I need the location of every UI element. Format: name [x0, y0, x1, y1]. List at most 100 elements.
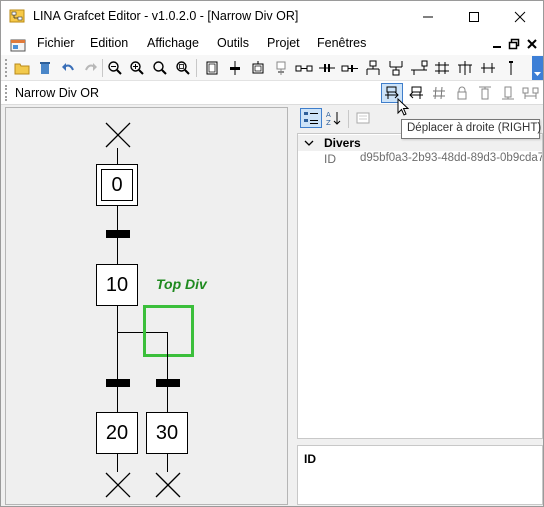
- menu-outils[interactable]: Outils: [217, 36, 249, 50]
- step-label: 30: [155, 421, 179, 444]
- divergence-label: Top Div: [156, 276, 207, 292]
- divergence-selection-box[interactable]: [143, 305, 194, 357]
- menu-bar: Fichier Edition Affichage Outils Projet …: [1, 33, 543, 55]
- undo-icon: [62, 63, 74, 71]
- convergence-or-button[interactable]: [386, 58, 406, 78]
- step-20[interactable]: 20: [96, 412, 138, 454]
- toolbar-grip[interactable]: [5, 59, 7, 77]
- mdi-minimize-button[interactable]: [489, 36, 505, 52]
- menu-affichage[interactable]: Affichage: [147, 36, 199, 50]
- vertical-link-icon: [509, 61, 513, 75]
- app-icon: [9, 9, 25, 23]
- align-bottom-button[interactable]: [497, 83, 519, 103]
- cursor-icon: [397, 98, 410, 116]
- delete-button[interactable]: [35, 58, 55, 78]
- menu-fichier[interactable]: Fichier: [37, 36, 75, 50]
- grid-icon: [433, 86, 445, 100]
- menu-edition[interactable]: Edition: [90, 36, 128, 50]
- maximize-button[interactable]: [451, 1, 497, 33]
- link-line: [117, 148, 118, 164]
- branch-left-line: [117, 332, 118, 412]
- sort-az-icon: AZ: [326, 111, 341, 126]
- transition[interactable]: [106, 230, 130, 238]
- zoom-fit-button[interactable]: [150, 58, 170, 78]
- chevron-down-icon: [534, 72, 541, 76]
- transition[interactable]: [106, 379, 130, 387]
- categorized-button[interactable]: [300, 108, 322, 128]
- step-label: 0: [111, 173, 123, 196]
- align-bottom-icon: [502, 86, 514, 100]
- step-icon: [206, 61, 218, 75]
- main-toolbar: [1, 55, 543, 81]
- categorized-icon: [304, 112, 318, 124]
- redo-icon: [85, 63, 97, 71]
- zoom-in-icon: [130, 61, 144, 75]
- svg-text:A: A: [326, 111, 331, 119]
- link-line: [167, 454, 168, 472]
- transition[interactable]: [156, 379, 180, 387]
- minimize-button[interactable]: [405, 1, 451, 33]
- step-10[interactable]: 10: [96, 264, 138, 306]
- undo-button[interactable]: [58, 58, 78, 78]
- step-30[interactable]: 30: [146, 412, 188, 454]
- align-top-button[interactable]: [474, 83, 496, 103]
- step-label: 10: [105, 273, 129, 296]
- zoom-in-button[interactable]: [127, 58, 147, 78]
- split-or-button[interactable]: [478, 58, 498, 78]
- toolbar-grip[interactable]: [5, 85, 7, 101]
- document-icon: [10, 39, 26, 52]
- alphabetical-button[interactable]: AZ: [323, 108, 345, 128]
- toolbar-separator: [348, 110, 349, 128]
- property-grid: Divers ID d95bf0a3-2b93-48dd-89d3-0b9cda…: [297, 133, 543, 439]
- minimize-icon: [493, 46, 501, 48]
- lock-icon: [457, 86, 467, 100]
- align-both-icon: [522, 87, 539, 99]
- divergence-and-button[interactable]: [317, 58, 337, 78]
- grid-button[interactable]: [428, 83, 450, 103]
- redo-button[interactable]: [81, 58, 101, 78]
- convergence-or-icon: [389, 61, 403, 76]
- macro-step-icon: [276, 61, 286, 75]
- align-both-button[interactable]: [520, 83, 542, 103]
- property-help-panel: ID: [297, 445, 543, 505]
- document-header: Narrow Div OR: [1, 81, 543, 105]
- mdi-close-button[interactable]: [524, 36, 540, 52]
- app-window: LINA Grafcet Editor - v1.0.2.0 - [Narrow…: [0, 0, 544, 507]
- property-value[interactable]: d95bf0a3-2b93-48dd-89d3-0b9cda7ec: [360, 152, 542, 164]
- svg-text:Z: Z: [326, 119, 331, 126]
- link-icon: [295, 65, 313, 72]
- open-button[interactable]: [12, 58, 32, 78]
- zoom-reset-button[interactable]: [173, 58, 193, 78]
- property-name[interactable]: ID: [324, 152, 336, 166]
- step-button[interactable]: [202, 58, 222, 78]
- property-pages-button[interactable]: [352, 108, 374, 128]
- open-folder-icon: [14, 63, 30, 75]
- grafcet-canvas[interactable]: 0 10 Top Div 20 30: [5, 107, 288, 505]
- branch-button[interactable]: [409, 58, 429, 78]
- initial-step-icon: [252, 61, 264, 74]
- link-button[interactable]: [294, 58, 314, 78]
- menu-fenetres[interactable]: Fenêtres: [317, 36, 366, 50]
- close-icon: [527, 39, 537, 49]
- vertical-link-button[interactable]: [501, 58, 521, 78]
- menu-projet[interactable]: Projet: [267, 36, 300, 50]
- split-button[interactable]: [432, 58, 452, 78]
- macro-step-button[interactable]: [271, 58, 291, 78]
- convergence-button[interactable]: [340, 58, 360, 78]
- lock-button[interactable]: [451, 83, 473, 103]
- category-label: Divers: [324, 136, 361, 150]
- convergence-icon: [341, 65, 358, 72]
- jump-button[interactable]: [455, 58, 475, 78]
- toolbar-overflow-button[interactable]: [532, 56, 543, 80]
- close-button[interactable]: [497, 1, 543, 33]
- divergence-or-button[interactable]: [363, 58, 383, 78]
- mdi-restore-button[interactable]: [506, 36, 522, 52]
- chevron-down-icon[interactable]: [304, 138, 314, 148]
- zoom-out-button[interactable]: [105, 58, 125, 78]
- title-bar: LINA Grafcet Editor - v1.0.2.0 - [Narrow…: [1, 1, 543, 33]
- step-0[interactable]: 0: [96, 164, 138, 206]
- initial-step-button[interactable]: [248, 58, 268, 78]
- zoom-reset-icon: [176, 61, 190, 75]
- transition-button[interactable]: [225, 58, 245, 78]
- panel-splitter[interactable]: [290, 107, 295, 505]
